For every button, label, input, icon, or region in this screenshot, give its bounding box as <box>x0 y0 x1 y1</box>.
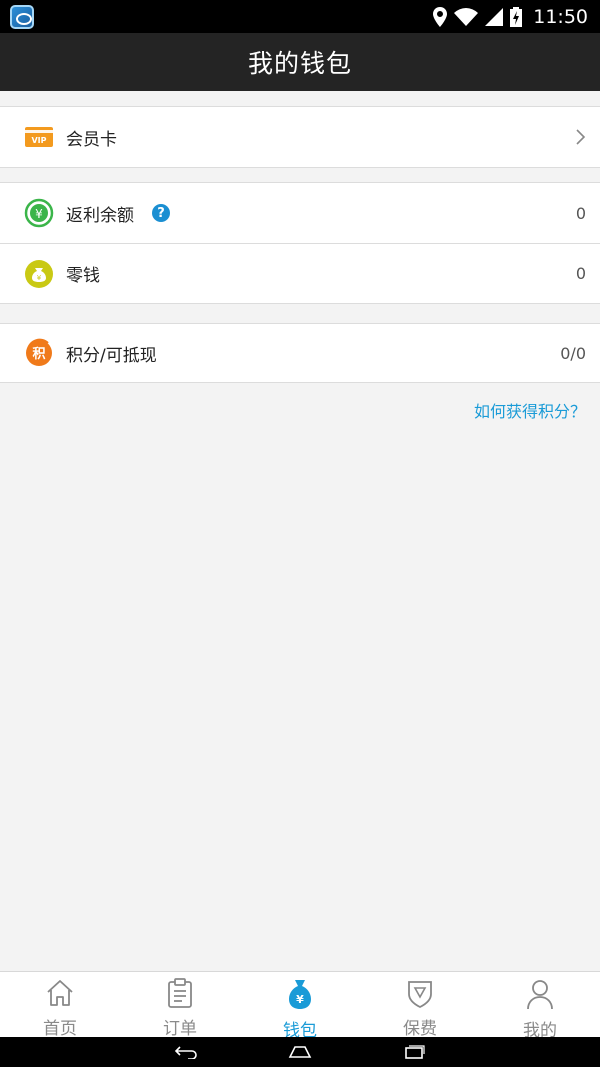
svg-text:¥: ¥ <box>296 993 304 1006</box>
points-group: 积 积分/可抵现 0/0 <box>0 323 600 383</box>
status-clock: 11:50 <box>533 5 588 28</box>
points-icon-text: 积 <box>32 346 45 362</box>
svg-text:¥: ¥ <box>37 274 42 282</box>
system-nav-bar <box>0 1037 600 1067</box>
change-value: 0 <box>575 264 586 283</box>
points-row[interactable]: 积 积分/可抵现 0/0 <box>0 324 600 382</box>
tab-orders-label: 订单 <box>163 1019 197 1039</box>
points-value: 0/0 <box>560 343 586 363</box>
svg-text:VIP: VIP <box>31 136 46 145</box>
battery-charging-icon <box>510 6 523 27</box>
vip-card-icon: VIP <box>24 122 54 152</box>
svg-text:¥: ¥ <box>35 207 43 221</box>
status-bar: 11:50 <box>0 0 600 33</box>
vip-card-group: VIP 会员卡 <box>0 106 600 168</box>
app-notification-icon <box>10 4 34 29</box>
vip-card-label: 会员卡 <box>66 129 117 150</box>
tab-orders[interactable]: 订单 <box>120 972 240 1039</box>
wallet-bag-icon: ¥ <box>283 978 317 1010</box>
chevron-right-icon <box>576 129 586 145</box>
recent-apps-icon[interactable] <box>402 1045 426 1059</box>
tab-mine[interactable]: 我的 <box>480 972 600 1041</box>
rebate-balance-row[interactable]: ¥ 返利余额 ? 0 <box>0 183 600 243</box>
home-nav-icon[interactable] <box>288 1045 312 1059</box>
tab-wallet[interactable]: ¥ 钱包 <box>240 972 360 1041</box>
person-icon <box>523 978 557 1010</box>
wifi-icon <box>454 7 479 26</box>
page-title: 我的钱包 <box>247 49 352 78</box>
rebate-balance-value: 0 <box>575 203 586 223</box>
tab-home[interactable]: 首页 <box>0 972 120 1039</box>
title-bar: 我的钱包 <box>0 33 600 91</box>
tab-premium[interactable]: 保费 <box>360 972 480 1039</box>
tab-premium-label: 保费 <box>403 1019 437 1039</box>
how-to-get-points-link[interactable]: 如何获得积分？ <box>474 398 586 422</box>
points-label: 积分/可抵现 <box>66 345 157 366</box>
bottom-tab-bar: 首页 订单 ¥ 钱包 保费 我的 <box>0 971 600 1041</box>
balance-group: ¥ 返利余额 ? 0 ¥ 零钱 0 <box>0 182 600 304</box>
back-icon[interactable] <box>174 1045 198 1059</box>
tab-home-label: 首页 <box>43 1019 77 1039</box>
signal-icon <box>485 7 504 26</box>
change-row[interactable]: ¥ 零钱 0 <box>0 243 600 303</box>
shield-icon <box>403 978 437 1008</box>
points-icon: 积 <box>24 338 54 368</box>
help-question-icon[interactable]: ? <box>152 204 170 222</box>
money-bag-icon: ¥ <box>24 259 54 289</box>
rebate-balance-label: 返利余额 <box>66 205 134 226</box>
rebate-yuan-icon: ¥ <box>24 198 54 228</box>
order-clipboard-icon <box>163 978 197 1008</box>
vip-card-row[interactable]: VIP 会员卡 <box>0 107 600 167</box>
change-label: 零钱 <box>66 266 100 286</box>
location-icon <box>433 6 448 27</box>
home-icon <box>43 978 77 1008</box>
